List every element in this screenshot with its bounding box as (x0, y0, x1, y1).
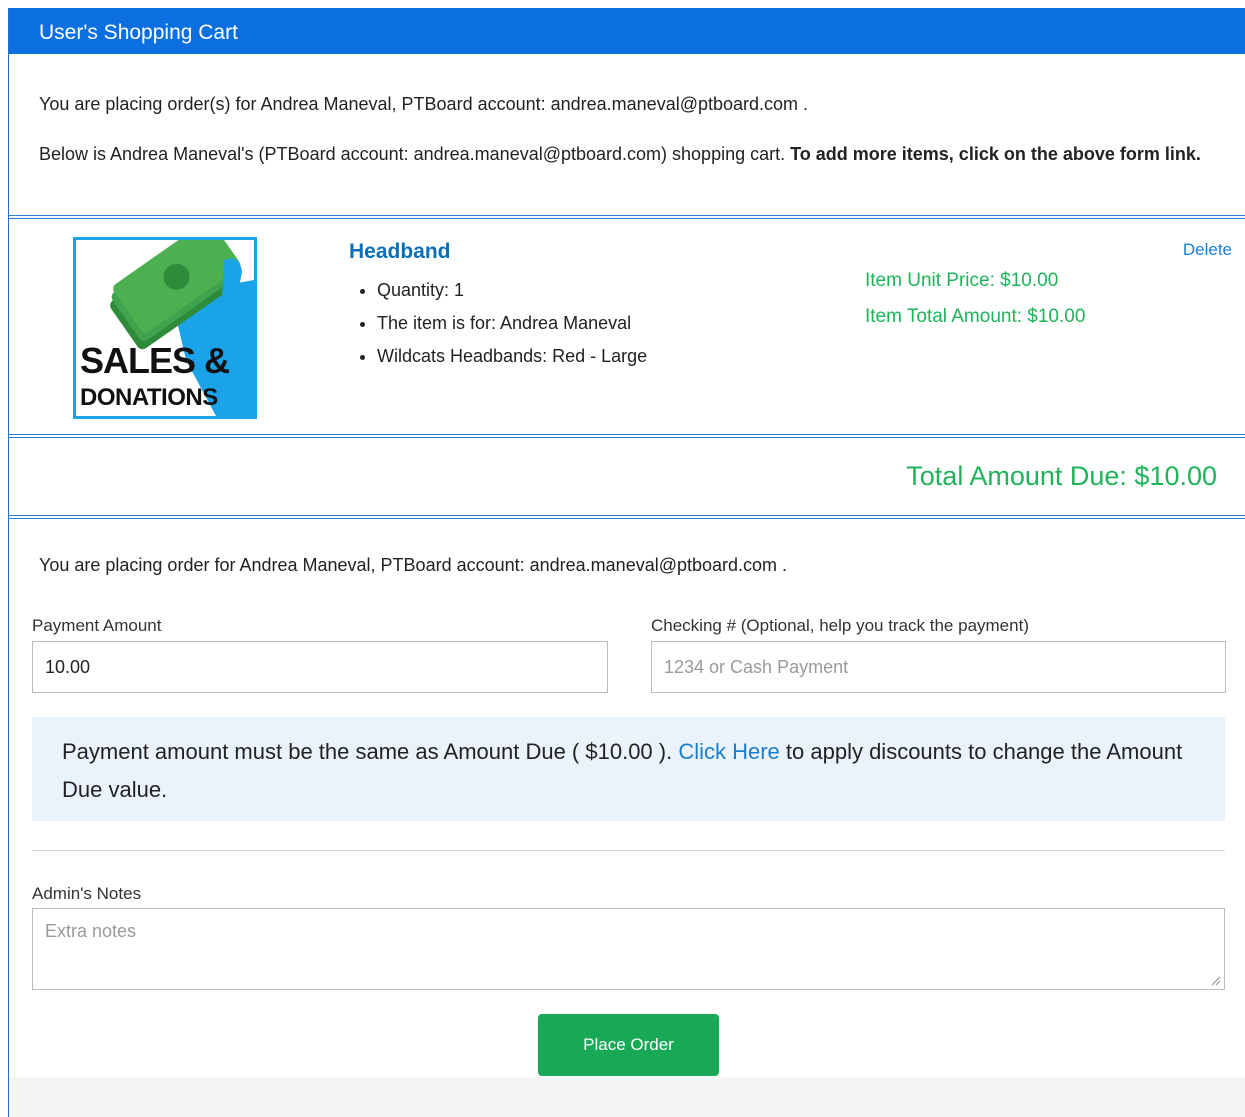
total-amount-due: Total Amount Due: $10.00 (906, 461, 1217, 491)
intro-line: You are placing order(s) for Andrea Mane… (39, 94, 809, 114)
item-detail: Quantity: 1 (377, 274, 647, 307)
intro-cart-note: Below is Andrea Maneval's (PTBoard accou… (39, 138, 1219, 170)
item-details: Quantity: 1 The item is for: Andrea Mane… (349, 274, 647, 373)
divider (32, 850, 1225, 851)
check-number-input[interactable]: 1234 or Cash Payment (651, 641, 1226, 693)
item-detail: The item is for: Andrea Maneval (377, 307, 647, 340)
alert-text: Payment amount must be the same as Amoun… (62, 739, 679, 764)
panel-footer (9, 1077, 1245, 1117)
panel-title: User's Shopping Cart (9, 8, 1245, 54)
item-detail: Wildcats Headbands: Red - Large (377, 340, 647, 373)
admin-notes-label: Admin's Notes (32, 884, 142, 903)
payment-amount-label: Payment Amount (32, 616, 162, 635)
resize-handle-icon[interactable] (1211, 976, 1221, 986)
item-unit-price: Item Unit Price: $10.00 (865, 270, 1059, 291)
item-total-amount: Item Total Amount: $10.00 (865, 306, 1086, 327)
image-caption-top: SALES & (80, 340, 230, 381)
intro-cart-instruction: To add more items, click on the above fo… (790, 144, 1201, 164)
item-name: Headband (349, 240, 451, 263)
admin-notes-placeholder: Extra notes (45, 921, 137, 941)
divider (9, 434, 1245, 438)
intro-cart-text: Below is Andrea Maneval's (PTBoard accou… (39, 144, 791, 164)
amount-alert: Payment amount must be the same as Amoun… (32, 717, 1225, 821)
image-caption-bottom: DONATIONS (80, 384, 218, 411)
divider (9, 515, 1245, 519)
placing-order-line: You are placing order for Andrea Maneval… (39, 555, 788, 575)
payment-amount-input[interactable]: 10.00 (32, 641, 608, 693)
shopping-cart-panel: User's Shopping Cart You are placing ord… (8, 8, 1245, 1117)
divider (9, 215, 1245, 219)
delete-item-link[interactable]: Delete (1183, 240, 1232, 260)
check-number-label: Checking # (Optional, help you track the… (651, 616, 1029, 635)
apply-discounts-link[interactable]: Click Here (678, 739, 779, 764)
place-order-button[interactable]: Place Order (538, 1014, 719, 1076)
product-image: SALES & DONATIONS (73, 237, 257, 419)
admin-notes-textarea[interactable]: Extra notes (32, 908, 1225, 990)
